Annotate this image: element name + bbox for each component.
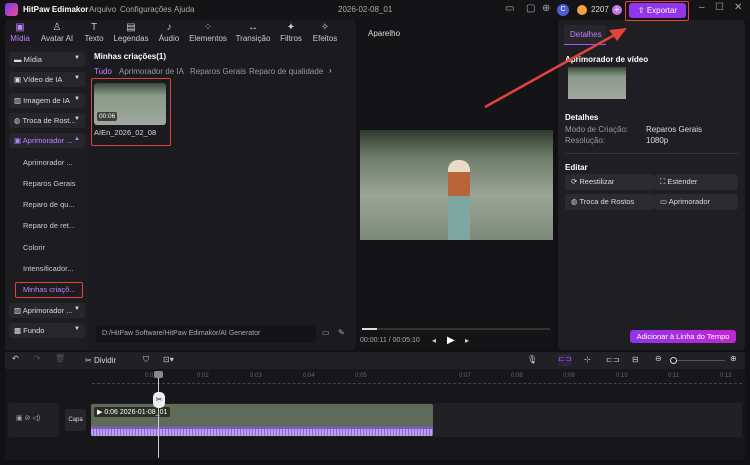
annotation-arrow	[484, 28, 627, 109]
